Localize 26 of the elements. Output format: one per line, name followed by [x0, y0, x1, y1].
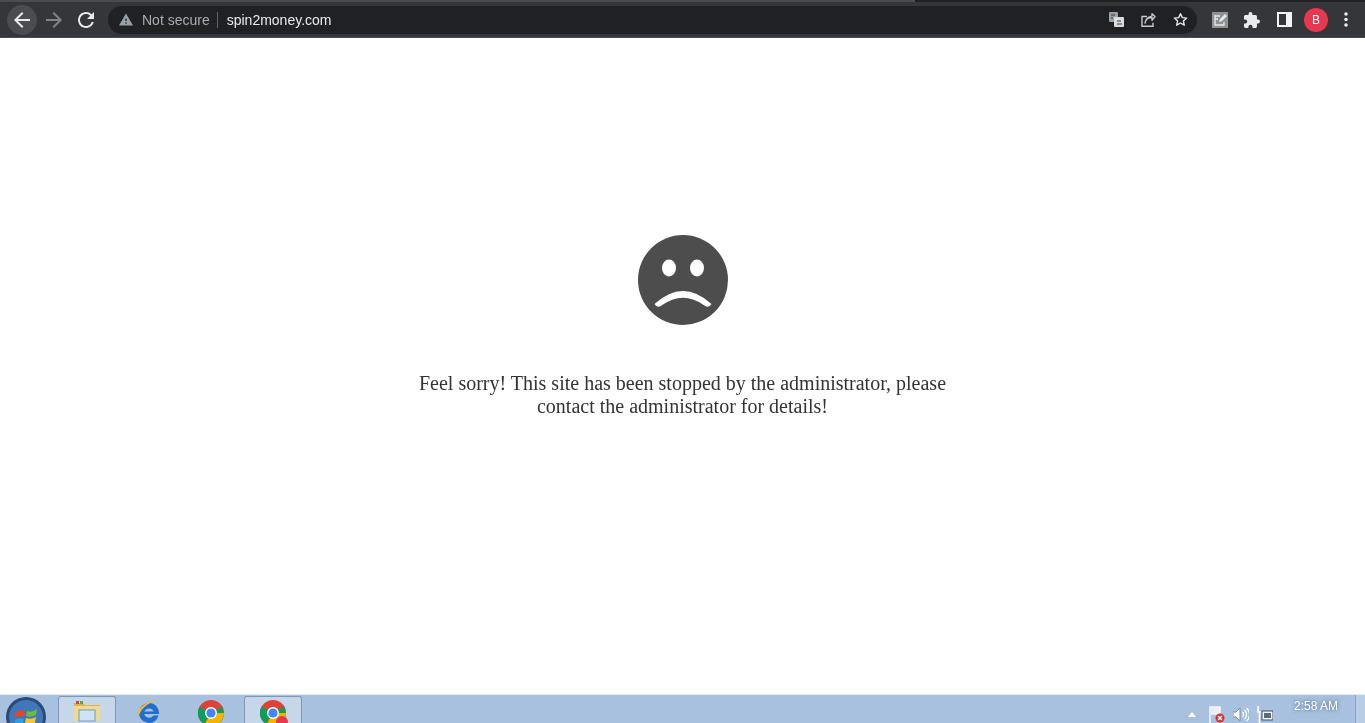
- warning-icon: [119, 13, 133, 26]
- stopped-message: Feel sorry! This site has been stopped by the administrator, please contact the administrator for details!: [417, 372, 947, 418]
- menu-icon: [1344, 12, 1348, 27]
- sad-face-icon: [637, 235, 728, 325]
- puzzle-icon: [1244, 11, 1260, 28]
- back-button[interactable]: [7, 4, 37, 35]
- speaker-icon[interactable]: [1232, 707, 1249, 722]
- forward-arrow-icon: [46, 11, 62, 28]
- star-icon: [1172, 12, 1188, 27]
- browser-logo-icon: [257, 700, 289, 723]
- profile-avatar[interactable]: B: [1304, 7, 1328, 32]
- taskbar-app-button[interactable]: [244, 696, 302, 723]
- network-icon[interactable]: [1256, 706, 1273, 723]
- back-arrow-icon: [14, 11, 30, 28]
- side-panel-icon: [1276, 12, 1292, 27]
- share-icon: [1140, 12, 1156, 27]
- browser-logo-icon: [195, 700, 227, 723]
- address-bar[interactable]: Not secure spin2money.com: [108, 5, 1197, 34]
- translate-icon: [1108, 12, 1124, 27]
- url-text[interactable]: spin2money.com: [226, 10, 332, 29]
- pencil-note-icon: [1212, 11, 1228, 28]
- flag-error-icon[interactable]: [1208, 706, 1225, 723]
- security-label[interactable]: Not secure: [142, 10, 210, 29]
- folder-icon: [71, 700, 103, 723]
- reload-icon: [78, 11, 94, 28]
- start-orb-icon[interactable]: [6, 697, 46, 723]
